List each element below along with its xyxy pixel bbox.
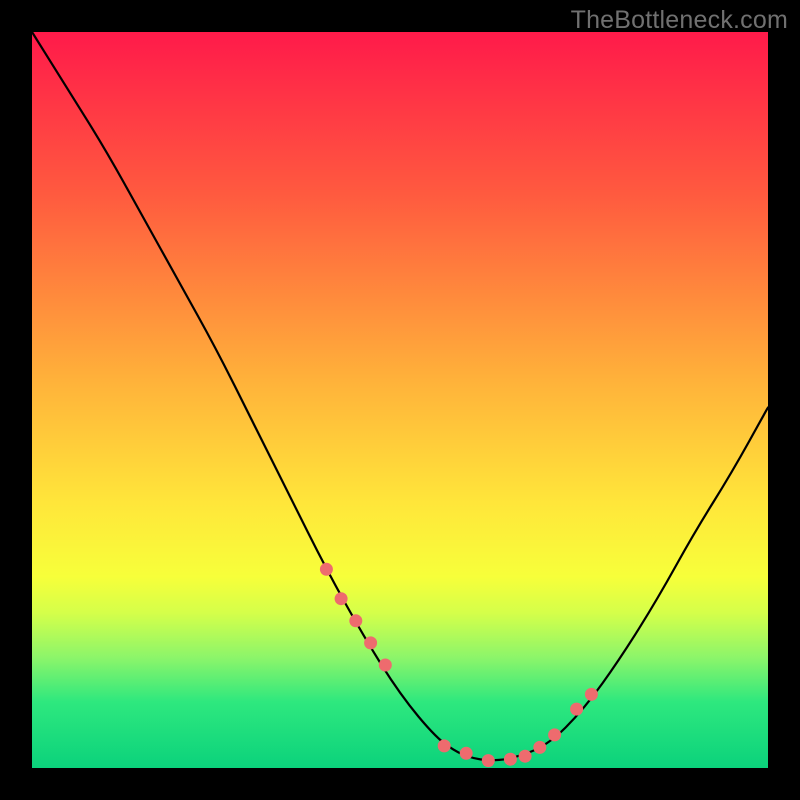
sample-point bbox=[570, 703, 583, 716]
sample-point bbox=[519, 750, 532, 763]
watermark-text: TheBottleneck.com bbox=[571, 6, 788, 35]
sample-point bbox=[379, 659, 392, 672]
chart-plot-area bbox=[32, 32, 768, 768]
sample-point bbox=[585, 688, 598, 701]
sample-point bbox=[335, 592, 348, 605]
chart-svg bbox=[32, 32, 768, 768]
sample-point bbox=[364, 636, 377, 649]
chart-frame: TheBottleneck.com bbox=[0, 0, 800, 800]
sample-point bbox=[533, 741, 546, 754]
bottleneck-curve bbox=[32, 32, 768, 760]
sample-point bbox=[482, 754, 495, 767]
sample-point bbox=[460, 747, 473, 760]
sample-point bbox=[320, 563, 333, 576]
sample-point bbox=[548, 728, 561, 741]
sample-points-group bbox=[320, 563, 598, 767]
sample-point bbox=[438, 739, 451, 752]
sample-point bbox=[349, 614, 362, 627]
sample-point bbox=[504, 753, 517, 766]
